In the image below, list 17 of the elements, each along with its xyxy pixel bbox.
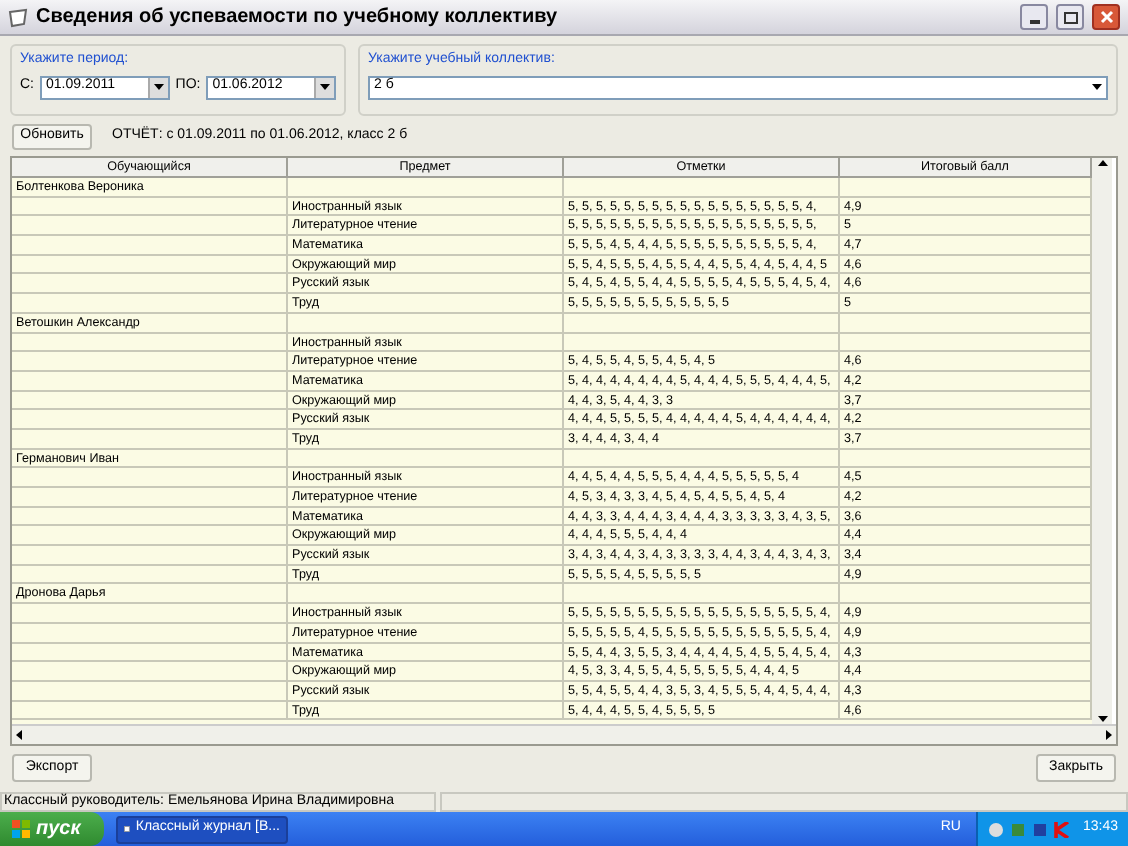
window-icon [124, 822, 130, 836]
restore-button[interactable] [1056, 4, 1084, 30]
scroll-right-icon[interactable] [1106, 730, 1112, 740]
start-button[interactable]: пуск [0, 812, 104, 846]
scroll-up-icon[interactable] [1097, 160, 1107, 166]
vertical-scrollbar[interactable] [1092, 158, 1112, 724]
scroll-left-icon[interactable] [16, 730, 22, 740]
close-icon [1099, 10, 1113, 24]
app-icon [8, 7, 28, 27]
dropdown-arrow-icon [319, 84, 330, 90]
minimize-button[interactable] [1020, 4, 1048, 30]
close-button[interactable] [1092, 4, 1120, 30]
dropdown-arrow-icon [153, 84, 164, 90]
window-title: Сведения об успеваемости по учебному коллективу [36, 4, 560, 32]
dropdown-arrow-icon [1091, 84, 1101, 90]
windows-logo-icon [12, 820, 30, 838]
horizontal-scrollbar[interactable] [12, 724, 1116, 744]
